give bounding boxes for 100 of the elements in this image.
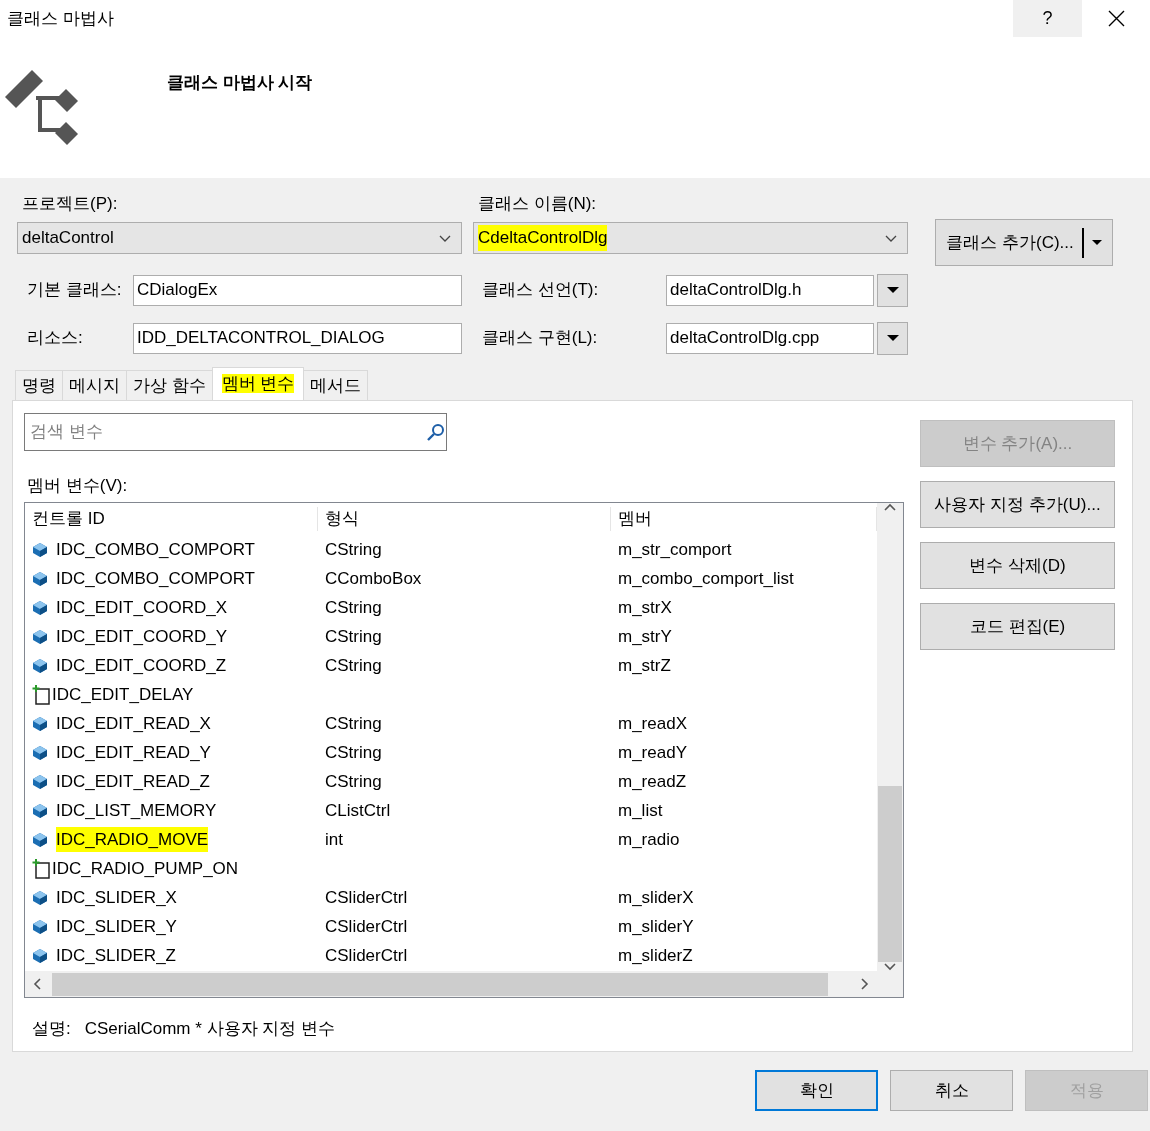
variable-icon [32, 715, 48, 732]
scroll-down-icon [884, 962, 896, 971]
help-button[interactable]: ? [1013, 0, 1082, 37]
variable-icon [32, 889, 48, 906]
scroll-up-icon [884, 503, 896, 512]
header-title: 클래스 마법사 시작 [167, 71, 313, 94]
text-field[interactable]: deltaControlDlg.h [666, 274, 874, 306]
table-cell-text: IDC_EDIT_READ_Z [56, 770, 210, 793]
caret-icon [886, 287, 899, 293]
table-cell: CSliderCtrl [325, 945, 408, 965]
table-cell: CString [325, 626, 382, 646]
table-cell: m_list [618, 800, 663, 820]
table-cell-text: IDC_LIST_MEMORY [56, 799, 217, 822]
add-icon [32, 684, 50, 705]
table-cell: m_sliderY [618, 916, 694, 936]
table-cell: int [325, 829, 343, 849]
table-cell: CString [325, 771, 382, 791]
action-button[interactable]: 사용자 지정 추가(U)... [920, 481, 1115, 528]
field-label: 기본 클래스: [26, 279, 123, 302]
table-cell: CComboBox [325, 568, 422, 588]
table-cell: CString [325, 655, 382, 675]
table-cell: m_readY [618, 742, 687, 762]
table-cell-text: IDC_COMBO_COMPORT [56, 567, 255, 590]
add-class-button[interactable]: 클래스 추가(C)... [935, 219, 1113, 266]
window-title: 클래스 마법사 [6, 7, 115, 30]
variable-icon [32, 657, 48, 674]
dropdown-button[interactable] [877, 273, 908, 307]
table-cell: m_strY [618, 626, 672, 646]
text-field[interactable]: CDialogEx [133, 274, 462, 306]
field-label: 리소스: [26, 327, 84, 350]
table-cell-text: IDC_EDIT_DELAY [52, 683, 194, 706]
table-cell-text: IDC_EDIT_READ_X [56, 712, 211, 735]
table-cell: CSliderCtrl [325, 916, 408, 936]
column-header[interactable]: 형식 [318, 507, 611, 531]
action-button[interactable]: 코드 편집(E) [920, 603, 1115, 650]
chevron-down-icon [885, 234, 897, 242]
table-cell: m_strZ [618, 655, 671, 675]
table-cell-text: IDC_SLIDER_Y [56, 915, 177, 938]
dropdown-button[interactable] [877, 321, 908, 355]
table-cell: m_readX [618, 713, 687, 733]
field-label: 클래스 선언(T): [481, 279, 600, 302]
table-cell-text: IDC_EDIT_COORD_Z [56, 654, 227, 677]
variable-icon [32, 831, 48, 848]
text-field[interactable]: deltaControlDlg.cpp [666, 322, 874, 354]
scroll-left-icon [33, 978, 42, 990]
variable-icon [32, 744, 48, 761]
table-cell: m_strX [618, 597, 672, 617]
chevron-down-icon [439, 234, 451, 242]
dialog-button[interactable]: 취소 [890, 1070, 1013, 1111]
class-combo[interactable]: CdeltaControlDlg [473, 222, 908, 254]
table-cell-text: IDC_COMBO_COMPORT [56, 538, 255, 561]
variable-icon [32, 918, 48, 935]
caret-icon [886, 335, 899, 341]
table-cell: CString [325, 713, 382, 733]
text-field[interactable]: IDD_DELTACONTROL_DIALOG [133, 322, 462, 354]
table-cell: m_sliderX [618, 887, 694, 907]
action-button[interactable]: 변수 삭제(D) [920, 542, 1115, 589]
table-cell-text: IDC_EDIT_COORD_X [56, 596, 227, 619]
close-icon [1107, 10, 1125, 27]
vertical-scrollbar[interactable] [877, 503, 903, 971]
table-cell-text: IDC_SLIDER_Z [56, 944, 176, 967]
tab[interactable]: 명령 [15, 370, 63, 400]
table-cell: m_str_comport [618, 539, 732, 559]
tab[interactable]: 메서드 [303, 370, 369, 400]
table-cell: IDC_RADIO_MOVE [56, 826, 209, 853]
variable-icon [32, 628, 48, 645]
table-cell: CString [325, 539, 382, 559]
table-cell: CString [325, 597, 382, 617]
tab[interactable]: 멤버 변수 [211, 367, 305, 400]
description-label: 설명: [32, 1018, 71, 1040]
variable-icon [32, 570, 48, 587]
project-combo[interactable]: deltaControl [17, 222, 462, 254]
table-cell-text: IDC_RADIO_PUMP_ON [52, 857, 239, 880]
table-cell-text: IDC_EDIT_READ_Y [56, 741, 211, 764]
caret-icon [1091, 240, 1102, 245]
list-label: 멤버 변수(V): [26, 475, 129, 497]
dialog-button[interactable]: 확인 [755, 1070, 878, 1111]
field-label: 클래스 구현(L): [481, 327, 599, 350]
variable-icon [32, 541, 48, 558]
field-label: 클래스 이름(N): [477, 192, 598, 215]
table-cell: m_radio [618, 829, 680, 849]
variable-icon [32, 599, 48, 616]
search-icon [427, 423, 445, 441]
table-cell: CString [325, 742, 382, 762]
field-label: 프로젝트(P): [21, 192, 119, 215]
table-cell: m_combo_comport_list [618, 568, 794, 588]
description-text: CSerialComm * 사용자 지정 변수 [84, 1018, 336, 1040]
column-header[interactable]: 컨트롤 ID [25, 507, 318, 531]
add-icon [32, 858, 50, 879]
class-wizard-icon [5, 69, 79, 146]
variable-icon [32, 773, 48, 790]
table-cell: m_readZ [618, 771, 687, 791]
table-cell: CListCtrl [325, 800, 391, 820]
table-cell: m_sliderZ [618, 945, 693, 965]
table-cell-text: IDC_EDIT_COORD_Y [56, 625, 227, 648]
scroll-right-icon [860, 978, 869, 990]
variable-icon [32, 947, 48, 964]
table-cell: CSliderCtrl [325, 887, 408, 907]
search-field[interactable]: 검색 변수 [24, 413, 447, 451]
variable-icon [32, 802, 48, 819]
